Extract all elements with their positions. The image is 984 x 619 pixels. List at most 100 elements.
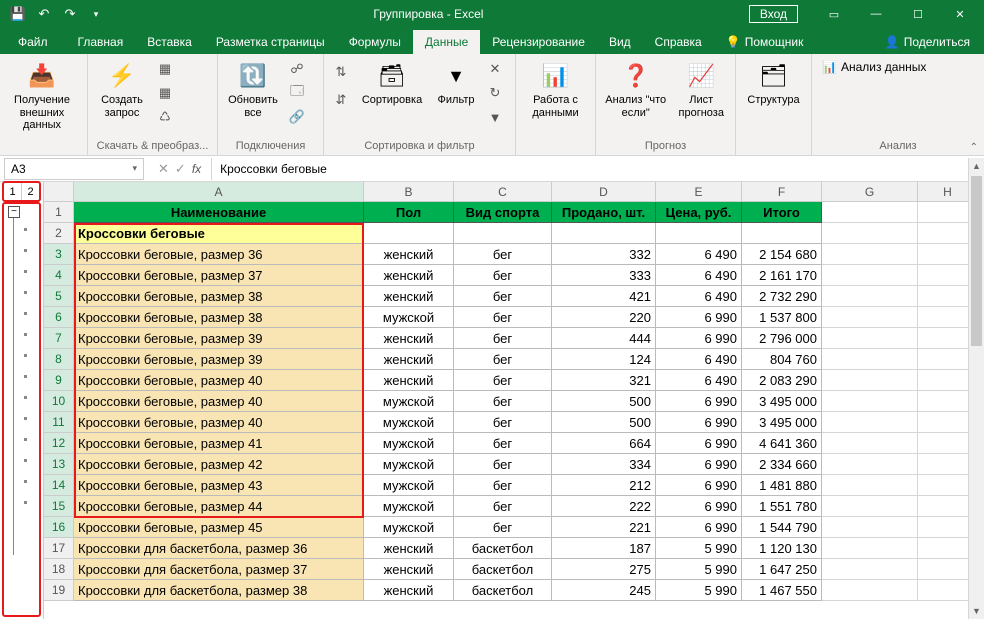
row-hdr[interactable]: 4	[44, 265, 74, 286]
cell[interactable]	[364, 223, 454, 244]
btn-forecast-sheet[interactable]: 📈Лист прогноза	[673, 58, 729, 119]
cell-total[interactable]: 804 760	[742, 349, 822, 370]
col-hdr-c[interactable]: C	[454, 182, 552, 201]
cell-price[interactable]: 6 490	[656, 286, 742, 307]
collapse-ribbon-icon[interactable]: ⌃	[970, 142, 978, 153]
cell-total[interactable]: 2 083 290	[742, 370, 822, 391]
cell-sold[interactable]: 334	[552, 454, 656, 475]
tab-page-layout[interactable]: Разметка страницы	[204, 30, 337, 54]
cell-header-sold[interactable]: Продано, шт.	[552, 202, 656, 223]
cell-gender[interactable]: мужской	[364, 517, 454, 538]
cell-sport[interactable]: бег	[454, 265, 552, 286]
btn-data-analysis[interactable]: 📊Анализ данных	[818, 58, 930, 76]
cell-gender[interactable]: женский	[364, 349, 454, 370]
cell-sold[interactable]: 221	[552, 517, 656, 538]
cell-gender[interactable]: женский	[364, 538, 454, 559]
cell[interactable]	[822, 559, 918, 580]
cell-header-name[interactable]: Наименование	[74, 202, 364, 223]
minimize-icon[interactable]: —	[856, 0, 896, 28]
cell-price[interactable]: 6 990	[656, 454, 742, 475]
btn-properties[interactable]: 🗔	[286, 82, 308, 104]
tab-insert[interactable]: Вставка	[135, 30, 204, 54]
btn-clear-filter[interactable]: ✕	[484, 58, 506, 80]
cell-gender[interactable]: мужской	[364, 454, 454, 475]
cell-price[interactable]: 6 990	[656, 328, 742, 349]
cell-price[interactable]: 6 990	[656, 517, 742, 538]
cell[interactable]	[822, 475, 918, 496]
tab-formulas[interactable]: Формулы	[337, 30, 413, 54]
cell-total[interactable]: 2 161 170	[742, 265, 822, 286]
btn-what-if[interactable]: ❓Анализ "что если"	[602, 58, 669, 119]
formula-input[interactable]: Кроссовки беговые	[212, 158, 964, 180]
cell-sport[interactable]: бег	[454, 307, 552, 328]
cell-price[interactable]: 6 490	[656, 244, 742, 265]
cell-price[interactable]: 6 990	[656, 475, 742, 496]
col-hdr-f[interactable]: F	[742, 182, 822, 201]
cell-gender[interactable]: женский	[364, 265, 454, 286]
cell-sport[interactable]: баскетбол	[454, 559, 552, 580]
row-hdr[interactable]: 16	[44, 517, 74, 538]
cell[interactable]	[822, 454, 918, 475]
btn-connections[interactable]: ☍	[286, 58, 308, 80]
cell-price[interactable]: 6 990	[656, 496, 742, 517]
btn-from-table[interactable]: ▦	[154, 82, 176, 104]
cell-gender[interactable]: мужской	[364, 475, 454, 496]
row-hdr[interactable]: 11	[44, 412, 74, 433]
cancel-formula-icon[interactable]: ✕	[158, 161, 169, 177]
scroll-down-icon[interactable]: ▼	[969, 603, 984, 619]
row-hdr[interactable]: 6	[44, 307, 74, 328]
row-hdr[interactable]: 8	[44, 349, 74, 370]
cell-header-sport[interactable]: Вид спорта	[454, 202, 552, 223]
cell-sold[interactable]: 245	[552, 580, 656, 601]
cell-total[interactable]: 1 481 880	[742, 475, 822, 496]
cell-total[interactable]: 2 334 660	[742, 454, 822, 475]
cell-total[interactable]: 3 495 000	[742, 391, 822, 412]
row-hdr[interactable]: 5	[44, 286, 74, 307]
row-hdr[interactable]: 7	[44, 328, 74, 349]
cell-sport[interactable]: бег	[454, 475, 552, 496]
maximize-icon[interactable]: ☐	[898, 0, 938, 28]
col-hdr-a[interactable]: A	[74, 182, 364, 201]
col-hdr-e[interactable]: E	[656, 182, 742, 201]
btn-recent-sources[interactable]: ♺	[154, 106, 176, 128]
share-button[interactable]: 👤Поделиться	[871, 30, 984, 54]
cell-name[interactable]: Кроссовки для баскетбола, размер 37	[74, 559, 364, 580]
undo-icon[interactable]: ↶	[32, 2, 56, 26]
cell[interactable]	[454, 223, 552, 244]
cell-price[interactable]: 6 490	[656, 265, 742, 286]
cell-price[interactable]: 6 490	[656, 370, 742, 391]
cell-total[interactable]: 2 732 290	[742, 286, 822, 307]
tab-tell-me[interactable]: 💡Помощник	[714, 30, 816, 54]
cell-name[interactable]: Кроссовки беговые, размер 41	[74, 433, 364, 454]
cell[interactable]	[822, 538, 918, 559]
cell-price[interactable]: 6 990	[656, 307, 742, 328]
row-hdr[interactable]: 14	[44, 475, 74, 496]
row-hdr[interactable]: 12	[44, 433, 74, 454]
btn-advanced-filter[interactable]: ▼	[484, 106, 506, 128]
cell-name[interactable]: Кроссовки беговые, размер 42	[74, 454, 364, 475]
cell-price[interactable]: 6 990	[656, 433, 742, 454]
cell-sold[interactable]: 421	[552, 286, 656, 307]
cell-sport[interactable]: бег	[454, 244, 552, 265]
cell-header-gender[interactable]: Пол	[364, 202, 454, 223]
cell-header-price[interactable]: Цена, руб.	[656, 202, 742, 223]
cell-gender[interactable]: женский	[364, 580, 454, 601]
fx-icon[interactable]: fx	[192, 162, 201, 176]
cell-sold[interactable]: 664	[552, 433, 656, 454]
qat-dropdown-icon[interactable]: ▾	[84, 2, 108, 26]
cell-sold[interactable]: 222	[552, 496, 656, 517]
cell[interactable]	[656, 223, 742, 244]
btn-outline[interactable]: 🗂Структура	[742, 58, 805, 107]
outline-level-1[interactable]: 1	[4, 183, 22, 200]
cell-sport[interactable]: бег	[454, 517, 552, 538]
cell-sold[interactable]: 500	[552, 391, 656, 412]
row-hdr[interactable]: 9	[44, 370, 74, 391]
cell-name[interactable]: Кроссовки для баскетбола, размер 38	[74, 580, 364, 601]
cell-name[interactable]: Кроссовки беговые, размер 43	[74, 475, 364, 496]
cell-sold[interactable]: 220	[552, 307, 656, 328]
cell-name[interactable]: Кроссовки беговые, размер 37	[74, 265, 364, 286]
cell-name[interactable]: Кроссовки беговые, размер 40	[74, 391, 364, 412]
login-button[interactable]: Вход	[749, 5, 798, 23]
cell-gender[interactable]: мужской	[364, 496, 454, 517]
row-hdr[interactable]: 10	[44, 391, 74, 412]
